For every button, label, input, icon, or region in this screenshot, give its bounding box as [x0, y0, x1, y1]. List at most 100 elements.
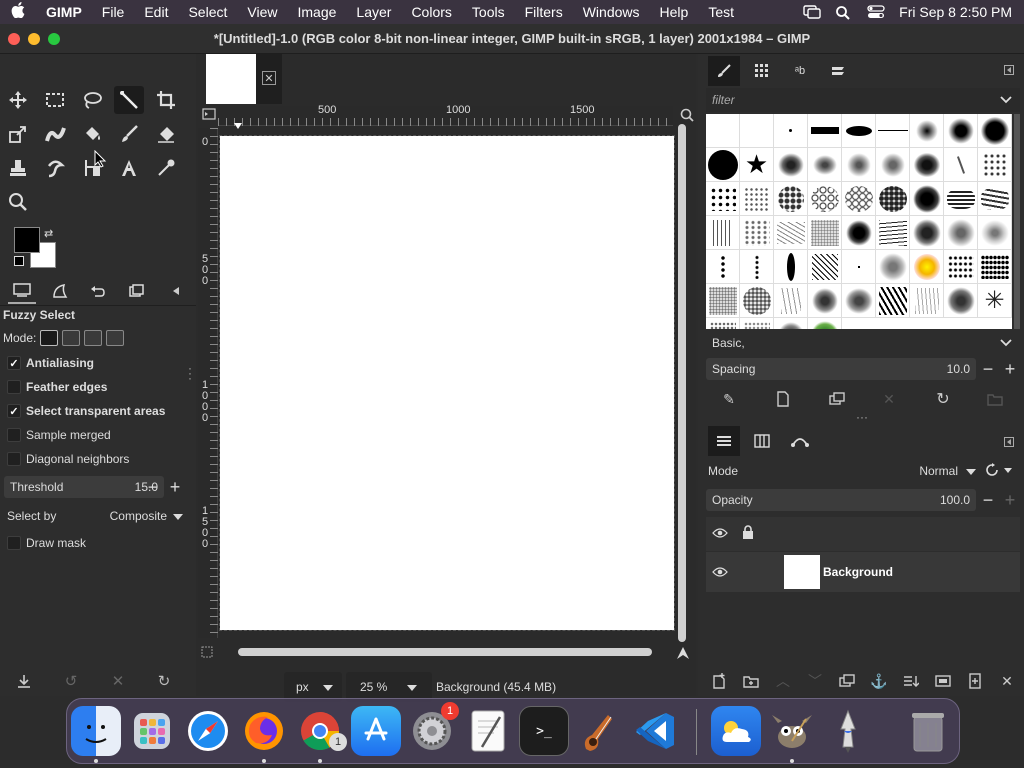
image-canvas[interactable]: [219, 135, 675, 631]
warp-icon[interactable]: [40, 120, 70, 148]
safari-icon[interactable]: [183, 706, 233, 756]
menu-tools[interactable]: Tools: [462, 4, 515, 20]
brush-item[interactable]: [876, 114, 910, 148]
brush-item[interactable]: [842, 250, 876, 284]
paintbrush-icon[interactable]: [114, 120, 144, 148]
antialiasing-check-icon[interactable]: ✓: [7, 356, 21, 370]
brush-item[interactable]: [774, 114, 808, 148]
launchpad-icon[interactable]: [127, 706, 177, 756]
diagonal-neighbors-checkbox[interactable]: Diagonal neighbors: [7, 452, 129, 466]
brush-item[interactable]: [876, 148, 910, 182]
brush-item[interactable]: [740, 250, 774, 284]
brush-item[interactable]: [876, 216, 910, 250]
open-brush-file-icon[interactable]: [984, 388, 1006, 410]
spotlight-search-icon[interactable]: [835, 5, 853, 20]
delete-options-icon[interactable]: ✕: [107, 670, 129, 692]
mode-replace-button[interactable]: [40, 330, 59, 346]
brush-grid-scrollbar[interactable]: [1014, 114, 1020, 329]
new-layer-group-icon[interactable]: [740, 670, 762, 692]
brush-item[interactable]: [944, 148, 978, 182]
channels-tab-icon[interactable]: [746, 426, 778, 456]
duplicate-layer-icon[interactable]: [836, 670, 858, 692]
layer-opacity-slider[interactable]: Opacity 100.0: [706, 489, 976, 511]
rect-select-icon[interactable]: [40, 86, 70, 114]
text-icon[interactable]: [114, 154, 144, 182]
brush-item[interactable]: [774, 148, 808, 182]
brush-item[interactable]: [978, 216, 1012, 250]
images-tab-icon[interactable]: [122, 278, 150, 304]
brush-item[interactable]: [740, 284, 774, 318]
layer-composite-mode-icon[interactable]: [986, 462, 1016, 481]
brush-item[interactable]: [706, 284, 740, 318]
select-transparent-check-icon[interactable]: ✓: [7, 404, 21, 418]
window-zoom-button[interactable]: [48, 32, 60, 45]
duplicate-brush-icon[interactable]: [826, 388, 848, 410]
vertical-ruler[interactable]: 0 500 1000 1500: [198, 128, 218, 638]
reset-options-icon[interactable]: ↻: [153, 670, 175, 692]
brush-item[interactable]: [910, 250, 944, 284]
menu-image[interactable]: Image: [287, 4, 346, 20]
brush-item[interactable]: [944, 250, 978, 284]
brush-item[interactable]: [944, 284, 978, 318]
foreground-color-swatch[interactable]: [14, 227, 40, 253]
brush-item[interactable]: [774, 318, 808, 329]
brush-item[interactable]: [910, 216, 944, 250]
edit-brush-icon[interactable]: ✎: [718, 388, 740, 410]
menu-windows[interactable]: Windows: [573, 4, 650, 20]
fuzzy-select-icon[interactable]: [114, 86, 144, 114]
brush-item[interactable]: [808, 114, 842, 148]
color-picker-icon[interactable]: [151, 154, 181, 182]
opacity-increase-button[interactable]: +: [1000, 489, 1020, 511]
brush-item[interactable]: [910, 182, 944, 216]
device-status-tab-icon[interactable]: [46, 278, 74, 304]
quick-mask-toggle-icon[interactable]: [201, 646, 213, 661]
zoom-icon[interactable]: [3, 188, 33, 216]
spacing-slider[interactable]: Spacing 10.0: [706, 358, 976, 380]
gimp-icon[interactable]: [767, 706, 817, 756]
panel-menu-icon[interactable]: [1004, 64, 1014, 78]
menu-help[interactable]: Help: [650, 4, 699, 20]
window-minimize-button[interactable]: [28, 32, 40, 45]
brush-item[interactable]: [910, 148, 944, 182]
sample-merged-check-icon[interactable]: [7, 428, 21, 442]
window-close-button[interactable]: [8, 32, 20, 45]
brush-item[interactable]: [774, 250, 808, 284]
eye-icon[interactable]: [712, 527, 728, 542]
eye-icon[interactable]: [712, 566, 728, 581]
brush-item[interactable]: [808, 250, 842, 284]
delete-brush-icon[interactable]: ✕: [878, 388, 900, 410]
brush-item[interactable]: [808, 216, 842, 250]
mode-add-button[interactable]: [62, 330, 81, 346]
swap-colors-icon[interactable]: ⇄: [44, 227, 53, 240]
brush-item[interactable]: [978, 250, 1012, 284]
brush-item[interactable]: [978, 148, 1012, 182]
brush-item[interactable]: [774, 284, 808, 318]
dock-separator-handle[interactable]: ···: [856, 410, 868, 424]
select-by-dropdown[interactable]: Select by Composite: [4, 505, 186, 527]
feather-edges-check-icon[interactable]: [7, 380, 21, 394]
lower-layer-icon[interactable]: ﹀: [804, 670, 826, 692]
brush-item[interactable]: [876, 284, 910, 318]
layer-mode-dropdown[interactable]: Mode Normal: [706, 460, 982, 482]
brush-item[interactable]: [706, 114, 740, 148]
image-menu-icon[interactable]: [202, 108, 216, 123]
brush-item[interactable]: [944, 216, 978, 250]
app-store-icon[interactable]: [351, 706, 401, 756]
brush-filter-input[interactable]: filter: [706, 88, 1020, 112]
bucket-fill-icon[interactable]: [77, 120, 107, 148]
mode-subtract-button[interactable]: [84, 330, 103, 346]
menu-filters[interactable]: Filters: [515, 4, 573, 20]
paths-tab-icon[interactable]: [784, 426, 816, 456]
panel-resize-handle[interactable]: · · ·: [188, 362, 192, 384]
opacity-decrease-button[interactable]: −: [978, 489, 998, 511]
trash-icon[interactable]: [903, 706, 953, 756]
undo-history-tab-icon[interactable]: [84, 278, 112, 304]
vscode-icon[interactable]: [631, 706, 681, 756]
brush-item[interactable]: [706, 318, 740, 329]
spacing-decrease-button[interactable]: −: [978, 358, 998, 380]
crop-icon[interactable]: [151, 86, 181, 114]
lasso-icon[interactable]: [77, 86, 107, 114]
feather-edges-checkbox[interactable]: Feather edges: [7, 380, 107, 394]
brush-item[interactable]: [842, 216, 876, 250]
layer-channels-icon[interactable]: [964, 670, 986, 692]
